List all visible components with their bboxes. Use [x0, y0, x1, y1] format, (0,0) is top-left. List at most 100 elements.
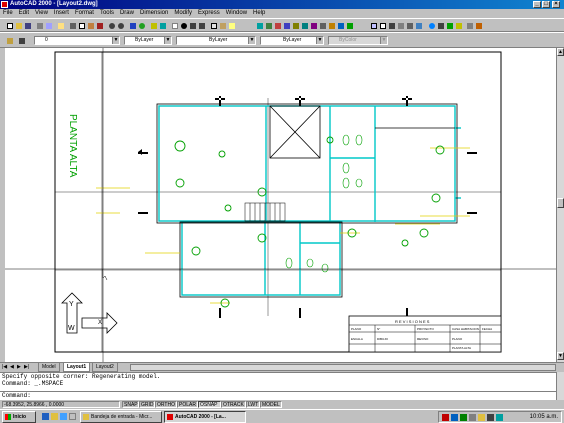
menu-express[interactable]: Express — [195, 9, 223, 18]
menu-file[interactable]: File — [0, 9, 16, 18]
inquiry-icon-1[interactable] — [370, 22, 378, 30]
menu-window[interactable]: Window — [223, 9, 250, 18]
express-tool-icon-1[interactable] — [265, 22, 273, 30]
render-icon-3[interactable] — [446, 22, 454, 30]
zoom-window-icon[interactable] — [189, 22, 197, 30]
clock[interactable]: 10:05 a.m. — [530, 412, 558, 422]
otrack-toggle[interactable]: OTRACK — [221, 401, 246, 408]
cut-icon[interactable] — [69, 22, 77, 30]
open-icon[interactable] — [15, 22, 23, 30]
properties-icon[interactable] — [210, 22, 218, 30]
chevron-down-icon[interactable]: ▼ — [316, 37, 323, 44]
outlook-icon[interactable] — [60, 413, 67, 420]
maximize-button[interactable]: □ — [542, 1, 550, 8]
model-paper-toggle[interactable]: MODEL — [260, 401, 282, 408]
print-icon[interactable] — [36, 22, 44, 30]
scroll-down-icon[interactable]: ▼ — [557, 352, 564, 360]
ie-icon[interactable] — [42, 413, 49, 420]
browse-icon[interactable] — [138, 22, 146, 30]
express-tool-icon-4[interactable] — [292, 22, 300, 30]
linetype-combo[interactable]: ByLayer ▼ — [176, 36, 256, 45]
inquiry-icon-3[interactable] — [388, 22, 396, 30]
inquiry-icon-6[interactable] — [415, 22, 423, 30]
network-icon[interactable] — [496, 414, 503, 421]
command-prompt[interactable]: Command: — [0, 391, 556, 399]
express-tool-icon-7[interactable] — [319, 22, 327, 30]
tray-icon[interactable] — [442, 414, 449, 421]
inquiry-icon-5[interactable] — [406, 22, 414, 30]
menu-format[interactable]: Format — [72, 9, 97, 18]
command-scrollbar[interactable] — [556, 372, 564, 400]
menu-draw[interactable]: Draw — [117, 9, 137, 18]
design-center-icon[interactable] — [219, 22, 227, 30]
inquiry-icon-2[interactable] — [379, 22, 387, 30]
taskbar-autocad-button[interactable]: AutoCAD 2000 - [La... — [164, 411, 246, 423]
drawing-canvas[interactable]: PLANTA ALTA Y X W R E V I S I O N E S PL… — [0, 48, 556, 362]
horizontal-scrollbar[interactable] — [130, 364, 556, 371]
vertical-scrollbar[interactable]: ▲ ▼ — [556, 48, 564, 362]
start-button[interactable]: Inicio — [2, 411, 36, 423]
plotstyle-combo[interactable]: ByColor ▼ — [328, 36, 388, 45]
tab-nav-next-icon[interactable]: ▶ — [17, 364, 21, 370]
scroll-thumb[interactable] — [557, 198, 564, 208]
layers-icon[interactable] — [6, 37, 14, 45]
tab-nav-last-icon[interactable]: ▶| — [24, 364, 29, 370]
chevron-down-icon[interactable]: ▼ — [380, 37, 387, 44]
lwt-toggle[interactable]: LWT — [246, 401, 260, 408]
tray-icon[interactable] — [469, 414, 476, 421]
tab-model[interactable]: Model — [38, 363, 60, 372]
lineweight-combo[interactable]: ByLayer ▼ — [260, 36, 324, 45]
menu-tools[interactable]: Tools — [97, 9, 117, 18]
coordinate-readout[interactable]: -68.3952, 25.8966 , 0.0000 — [2, 401, 120, 408]
render-icon-2[interactable] — [437, 22, 445, 30]
chevron-down-icon[interactable]: ▼ — [112, 37, 119, 44]
undo-icon[interactable] — [108, 22, 116, 30]
express-tool-icon-3[interactable] — [283, 22, 291, 30]
menu-insert[interactable]: Insert — [51, 9, 72, 18]
menu-modify[interactable]: Modify — [171, 9, 195, 18]
zoom-realtime-icon[interactable] — [180, 22, 188, 30]
render-icon-1[interactable] — [428, 22, 436, 30]
scroll-up-icon[interactable]: ▲ — [557, 48, 564, 56]
tab-layout1[interactable]: Layout1 — [63, 363, 91, 372]
express-tool-icon-9[interactable] — [337, 22, 345, 30]
express-tool-icon-2[interactable] — [274, 22, 282, 30]
menu-dimension[interactable]: Dimension — [137, 9, 171, 18]
layout-drawing[interactable]: PLANTA ALTA Y X W R E V I S I O N E S PL… — [0, 48, 556, 362]
render-icon-5[interactable] — [466, 22, 474, 30]
snap-toggle[interactable]: SNAP — [122, 401, 139, 408]
pan-icon[interactable] — [171, 22, 179, 30]
zoom-previous-icon[interactable] — [198, 22, 206, 30]
chevron-down-icon[interactable]: ▼ — [248, 37, 255, 44]
express-tool-icon-10[interactable] — [346, 22, 354, 30]
express-tool-icon-5[interactable] — [301, 22, 309, 30]
redo-icon[interactable] — [117, 22, 125, 30]
express-tool-icon-6[interactable] — [310, 22, 318, 30]
volume-icon[interactable] — [487, 414, 494, 421]
osnap-icon[interactable] — [159, 22, 167, 30]
menu-edit[interactable]: Edit — [16, 9, 32, 18]
preview-icon[interactable] — [45, 22, 53, 30]
autocad-app-icon[interactable] — [1, 1, 8, 8]
ucs-icon[interactable] — [150, 22, 158, 30]
grid-toggle[interactable]: GRID — [139, 401, 155, 408]
tray-icon[interactable] — [451, 414, 458, 421]
layer-tool-icon[interactable] — [256, 22, 264, 30]
polar-toggle[interactable]: POLAR — [177, 401, 198, 408]
express-tool-icon-8[interactable] — [328, 22, 336, 30]
spell-icon[interactable] — [57, 22, 65, 30]
taskbar-outlook-button[interactable]: Bandeja de entrada - Micr... — [80, 411, 162, 423]
close-button[interactable]: × — [552, 1, 560, 8]
desktop-icon[interactable] — [51, 413, 58, 420]
new-icon[interactable] — [6, 22, 14, 30]
channels-icon[interactable] — [69, 413, 76, 420]
menu-view[interactable]: View — [32, 9, 51, 18]
hyperlink-icon[interactable] — [129, 22, 137, 30]
render-icon-6[interactable] — [475, 22, 483, 30]
tab-nav-first-icon[interactable]: |◀ — [2, 364, 7, 370]
ortho-toggle[interactable]: ORTHO — [155, 401, 177, 408]
layer-combo[interactable]: 0 ▼ — [34, 36, 120, 45]
inquiry-icon-4[interactable] — [397, 22, 405, 30]
osnap-toggle[interactable]: OSNAP — [198, 401, 221, 408]
tray-icon[interactable] — [478, 414, 485, 421]
